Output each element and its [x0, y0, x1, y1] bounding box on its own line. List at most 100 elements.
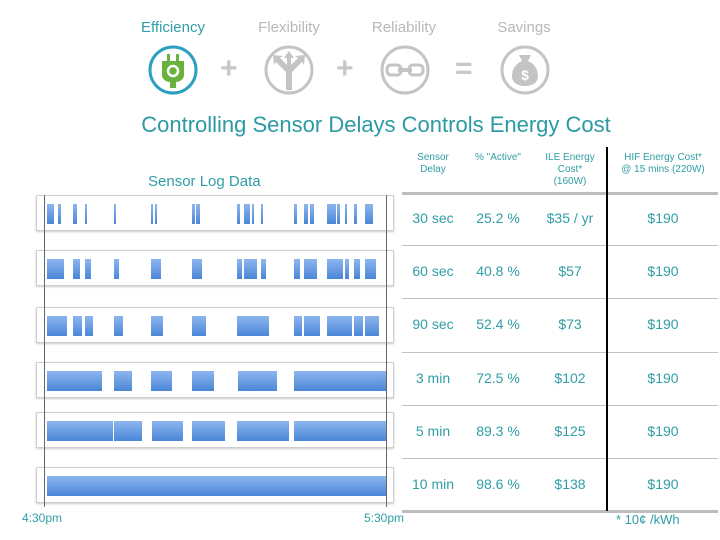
- on-interval-bar: [151, 421, 183, 441]
- table-cell: 52.4 %: [476, 316, 520, 333]
- on-interval-bar: [364, 259, 376, 279]
- table-divider: [402, 192, 718, 195]
- column-divider: [606, 147, 608, 511]
- on-interval-bar: [294, 259, 301, 279]
- on-interval-bar: [237, 421, 290, 441]
- on-interval-bar: [309, 204, 315, 224]
- on-interval-bar: [303, 259, 318, 279]
- table-cell: $125: [554, 422, 586, 439]
- plug-icon: [148, 45, 198, 95]
- on-interval-bar: [244, 204, 251, 224]
- on-interval-bar: [72, 259, 80, 279]
- on-interval-bar: [191, 371, 215, 391]
- on-interval-bar: [344, 259, 350, 279]
- on-interval-bar: [327, 316, 353, 336]
- on-interval-bar: [114, 421, 143, 441]
- on-interval-bar: [237, 371, 278, 391]
- pillar-label-efficiency: Efficiency: [141, 19, 205, 36]
- on-interval-bar: [344, 204, 348, 224]
- start-time-line: [44, 195, 45, 507]
- table-cell: 90 sec: [412, 316, 454, 333]
- sensor-log-row: [36, 412, 394, 448]
- table-cell: $102: [554, 369, 586, 386]
- on-interval-bar: [237, 259, 243, 279]
- money-bag-icon: $: [500, 45, 550, 95]
- table-cell: $190: [647, 369, 679, 386]
- on-interval-bar: [151, 259, 161, 279]
- table-divider: [402, 405, 718, 406]
- table-cell: 89.3 %: [476, 422, 520, 439]
- table-cell: $190: [647, 210, 679, 226]
- on-interval-bar: [47, 371, 102, 391]
- on-interval-bar: [237, 204, 240, 224]
- on-interval-bar: [191, 204, 195, 224]
- equals-operator: =: [455, 52, 473, 85]
- on-interval-bar: [260, 259, 266, 279]
- on-interval-bar: [191, 316, 206, 336]
- on-interval-bar: [354, 204, 357, 224]
- chain-link-icon: [380, 45, 430, 95]
- sensor-log-row: [36, 467, 394, 503]
- on-interval-bar: [237, 316, 269, 336]
- on-interval-bar: [196, 204, 200, 224]
- on-interval-bar: [354, 316, 363, 336]
- on-interval-bar: [85, 204, 88, 224]
- table-cell: $35 / yr: [546, 210, 594, 226]
- pillar-label-flexibility: Flexibility: [258, 19, 320, 36]
- on-interval-bar: [114, 316, 123, 336]
- on-interval-bar: [57, 204, 61, 224]
- table-divider: [402, 352, 718, 353]
- table-cell: 72.5 %: [476, 369, 520, 386]
- header-hif-cost: HIF Energy Cost* @ 15 mins (220W): [621, 152, 705, 175]
- table-cell: 10 min: [411, 476, 455, 492]
- on-interval-bar: [303, 316, 321, 336]
- table-cell: 60 sec: [412, 263, 454, 280]
- sensor-log-row: [36, 250, 394, 286]
- table-divider: [402, 245, 718, 246]
- table-cell: $73: [558, 316, 582, 333]
- table-cell: $138: [554, 476, 586, 492]
- header-sensor-delay: Sensor Delay: [417, 152, 449, 175]
- on-interval-bar: [85, 316, 94, 336]
- on-interval-bar: [114, 259, 120, 279]
- branching-arrows-icon: [264, 45, 314, 95]
- end-time-line: [386, 195, 387, 507]
- on-interval-bar: [251, 204, 254, 224]
- on-interval-bar: [260, 204, 264, 224]
- on-interval-bar: [114, 204, 117, 224]
- table-cell: $190: [647, 316, 679, 333]
- sensor-log-row: [36, 195, 394, 231]
- on-interval-bar: [303, 204, 308, 224]
- svg-text:$: $: [521, 67, 529, 83]
- table-divider: [402, 458, 718, 459]
- on-interval-bar: [364, 204, 373, 224]
- on-interval-bar: [191, 259, 203, 279]
- on-interval-bar: [151, 316, 164, 336]
- on-interval-bar: [154, 204, 158, 224]
- on-interval-bar: [244, 259, 258, 279]
- table-cell: $190: [647, 476, 679, 492]
- on-interval-bar: [47, 259, 65, 279]
- on-interval-bar: [47, 204, 54, 224]
- table-cell: 30 sec: [412, 210, 454, 226]
- table-cell: $57: [558, 263, 582, 280]
- on-interval-bar: [114, 371, 132, 391]
- on-interval-bar: [47, 421, 114, 441]
- sensor-log-title: Sensor Log Data: [148, 173, 261, 190]
- on-interval-bar: [294, 316, 303, 336]
- header-ile-cost: ILE Energy Cost* (160W): [545, 152, 595, 187]
- plus-operator: +: [336, 52, 354, 85]
- on-interval-bar: [294, 371, 387, 391]
- table-cell: $190: [647, 263, 679, 280]
- table-divider: [402, 298, 718, 299]
- on-interval-bar: [294, 204, 298, 224]
- header-active: % "Active": [474, 152, 521, 163]
- on-interval-bar: [72, 316, 83, 336]
- on-interval-bar: [47, 476, 387, 496]
- on-interval-bar: [191, 421, 226, 441]
- on-interval-bar: [364, 316, 380, 336]
- pillar-label-savings: Savings: [497, 19, 551, 36]
- footnote: * 10¢ /kWh: [616, 512, 680, 527]
- on-interval-bar: [151, 371, 172, 391]
- pillar-label-reliability: Reliability: [371, 19, 437, 36]
